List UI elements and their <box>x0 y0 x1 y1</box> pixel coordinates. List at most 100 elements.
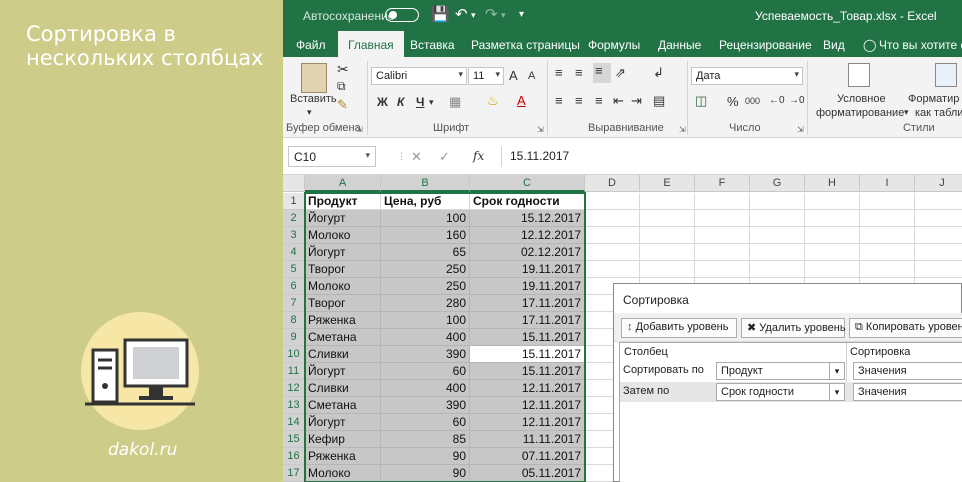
undo-dropdown-icon[interactable]: ▾ <box>471 10 476 21</box>
row-header[interactable]: 17 <box>283 465 305 482</box>
align-middle-icon[interactable]: ≡ <box>575 65 583 80</box>
redo-dropdown-icon[interactable]: ▾ <box>501 10 506 21</box>
paste-button[interactable]: Вставить <box>290 93 337 105</box>
grid-cell[interactable] <box>805 210 860 227</box>
grid-cell[interactable] <box>805 244 860 261</box>
row-header[interactable]: 15 <box>283 431 305 448</box>
grid-cell[interactable] <box>640 244 695 261</box>
conditional-format-line2[interactable]: форматирование <box>816 107 904 119</box>
grid-cell[interactable]: Ряженка <box>305 312 381 329</box>
grid-cell[interactable]: 65 <box>381 244 470 261</box>
grid-cell[interactable] <box>585 261 640 278</box>
redo-icon[interactable]: ↷ <box>485 5 498 23</box>
decrease-indent-icon[interactable]: ⇤ <box>613 93 624 109</box>
save-icon[interactable]: 💾 <box>431 5 450 23</box>
column-header-d[interactable]: D <box>585 175 640 192</box>
grid-cell[interactable]: 07.11.2017 <box>470 448 585 465</box>
grid-cell[interactable] <box>695 210 750 227</box>
cancel-icon[interactable]: ✕ <box>411 149 422 165</box>
conditional-format-line1[interactable]: Условное <box>837 93 886 105</box>
grid-cell[interactable] <box>640 193 695 210</box>
row-header[interactable]: 7 <box>283 295 305 312</box>
sort-level-row[interactable]: Затем по Срок годности ▾ Значения <box>620 382 962 402</box>
paste-dropdown-icon[interactable]: ▾ <box>307 107 312 118</box>
row-header[interactable]: 4 <box>283 244 305 261</box>
column-header-i[interactable]: I <box>860 175 915 192</box>
row-header[interactable]: 5 <box>283 261 305 278</box>
align-left-icon[interactable]: ≡ <box>555 93 563 108</box>
grid-cell[interactable]: 85 <box>381 431 470 448</box>
grid-cell[interactable]: Цена, руб <box>381 193 470 210</box>
grid-cell[interactable]: 12.12.2017 <box>470 227 585 244</box>
grid-cell[interactable] <box>640 261 695 278</box>
italic-button[interactable]: К <box>397 95 404 109</box>
tab-insert[interactable]: Вставка <box>410 38 455 52</box>
row-header[interactable]: 14 <box>283 414 305 431</box>
fill-color-icon[interactable]: ♨ <box>487 93 499 109</box>
row-header[interactable]: 6 <box>283 278 305 295</box>
column-header-f[interactable]: F <box>695 175 750 192</box>
grid-cell[interactable]: Сметана <box>305 329 381 346</box>
currency-icon[interactable]: ◫ <box>695 93 707 109</box>
orientation-icon[interactable]: ⇗ <box>615 65 626 81</box>
grid-cell[interactable] <box>640 227 695 244</box>
increase-indent-icon[interactable]: ⇥ <box>631 93 642 109</box>
customize-toolbar-icon[interactable]: ▾ <box>519 9 524 20</box>
column-header-b[interactable]: B <box>381 175 470 192</box>
delete-level-button[interactable]: ✖ Удалить уровень <box>741 318 846 338</box>
column-header-e[interactable]: E <box>640 175 695 192</box>
grid-cell[interactable]: Срок годности <box>470 193 585 210</box>
grid-cell[interactable]: Йогурт <box>305 210 381 227</box>
tab-view[interactable]: Вид <box>823 38 845 52</box>
grid-cell[interactable]: Йогурт <box>305 414 381 431</box>
tab-formulas[interactable]: Формулы <box>588 38 640 52</box>
grid-cell[interactable] <box>805 193 860 210</box>
decrease-decimal-icon[interactable]: →0 <box>789 95 805 106</box>
grid-cell[interactable]: Молоко <box>305 278 381 295</box>
sort-on-select[interactable]: Значения <box>853 383 962 401</box>
grid-cell[interactable] <box>750 261 805 278</box>
align-right-icon[interactable]: ≡ <box>595 93 603 108</box>
format-as-table-icon[interactable] <box>935 63 957 87</box>
grid-cell[interactable]: 400 <box>381 329 470 346</box>
grid-cell[interactable]: 15.12.2017 <box>470 210 585 227</box>
grid-cell[interactable]: 390 <box>381 346 470 363</box>
number-launcher-icon[interactable]: ⇲ <box>797 125 804 134</box>
column-header-j[interactable]: J <box>915 175 962 192</box>
row-header[interactable]: 11 <box>283 363 305 380</box>
tab-page-layout[interactable]: Разметка страницы <box>471 38 580 52</box>
grid-cell[interactable] <box>805 227 860 244</box>
select-all-corner[interactable] <box>283 175 305 192</box>
grid-cell[interactable]: Сметана <box>305 397 381 414</box>
grid-cell[interactable]: 90 <box>381 465 470 482</box>
grid-cell[interactable] <box>915 210 962 227</box>
grid-cell[interactable]: Продукт <box>305 193 381 210</box>
increase-decimal-icon[interactable]: ←0 <box>769 95 785 106</box>
grid-cell[interactable] <box>750 210 805 227</box>
alignment-launcher-icon[interactable]: ⇲ <box>679 125 686 134</box>
grid-cell[interactable] <box>915 244 962 261</box>
grid-cell[interactable] <box>585 210 640 227</box>
grid-cell[interactable]: 05.11.2017 <box>470 465 585 482</box>
grid-cell[interactable]: 100 <box>381 312 470 329</box>
tab-home[interactable]: Главная <box>338 31 404 57</box>
grid-cell[interactable]: 11.11.2017 <box>470 431 585 448</box>
row-header[interactable]: 1 <box>283 193 305 210</box>
grid-cell[interactable]: Йогурт <box>305 363 381 380</box>
row-header[interactable]: 12 <box>283 380 305 397</box>
grid-cell[interactable]: Сливки <box>305 380 381 397</box>
grid-cell[interactable]: 17.11.2017 <box>470 312 585 329</box>
grid-cell[interactable] <box>915 193 962 210</box>
grid-cell[interactable] <box>860 261 915 278</box>
align-center-icon[interactable]: ≡ <box>575 93 583 108</box>
row-header[interactable]: 13 <box>283 397 305 414</box>
grid-cell[interactable] <box>695 193 750 210</box>
grid-cell[interactable]: 12.11.2017 <box>470 397 585 414</box>
grid-cell[interactable]: 160 <box>381 227 470 244</box>
sort-on-select[interactable]: Значения <box>853 362 962 380</box>
format-as-table-line2[interactable]: как табли <box>915 107 962 119</box>
grid-cell[interactable]: 12.11.2017 <box>470 414 585 431</box>
font-size-select[interactable]: 11 ▾ <box>468 67 504 85</box>
grid-cell[interactable] <box>860 193 915 210</box>
grid-cell[interactable]: Ряженка <box>305 448 381 465</box>
